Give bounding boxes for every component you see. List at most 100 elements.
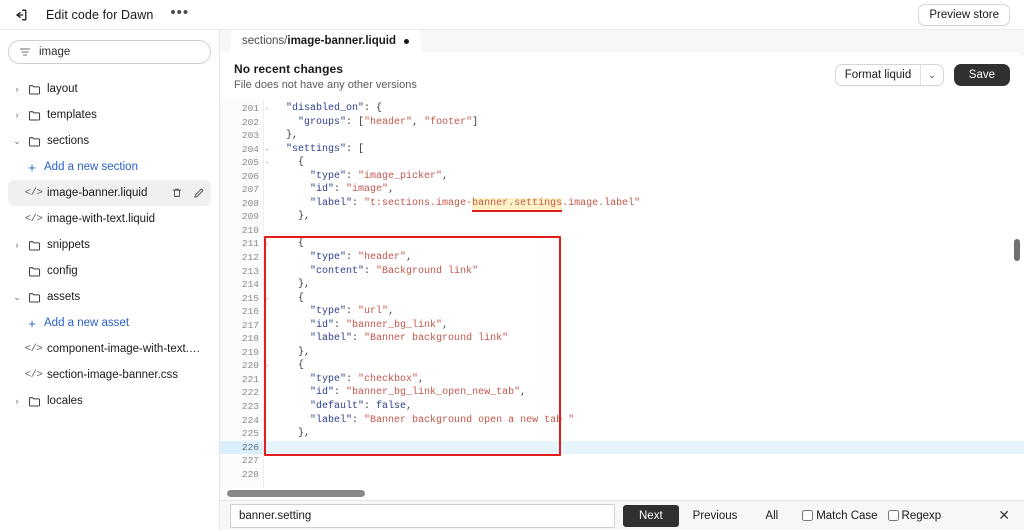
tree-item-image-with-text-liquid[interactable]: </> image-with-text.liquid: [8, 206, 211, 232]
line-number: 215 ⌄: [241, 292, 269, 304]
delete-icon[interactable]: [171, 187, 183, 199]
folder-icon: [28, 395, 41, 408]
file-filter-box[interactable]: image: [8, 40, 211, 64]
horizontal-scrollbar-thumb[interactable]: [227, 490, 365, 497]
chevron-right-icon[interactable]: ›: [12, 110, 22, 120]
tree-item-component-image-with-text-css[interactable]: </> component-image-with-text.css: [8, 336, 211, 362]
rename-icon[interactable]: [193, 187, 205, 199]
code-token: "url": [358, 306, 389, 318]
code-token: false: [376, 401, 407, 413]
tree-item-snippets[interactable]: › snippets: [8, 232, 211, 258]
code-line[interactable]: "id": "image",: [264, 183, 1024, 197]
no-recent-changes-title: No recent changes: [234, 62, 344, 76]
chevron-right-icon[interactable]: ›: [12, 240, 22, 250]
chevron-down-icon[interactable]: ⌄: [920, 65, 943, 85]
chevron-right-icon[interactable]: ›: [12, 84, 22, 94]
tree-item-add-a-new-asset[interactable]: + Add a new asset: [8, 310, 211, 336]
code-editor-app: Edit code for Dawn ••• Preview store ima…: [0, 0, 1024, 530]
preview-store-button[interactable]: Preview store: [918, 3, 1010, 26]
match-case-checkbox[interactable]: Match Case: [802, 510, 878, 522]
code-line[interactable]: "id": "banner_bg_link",: [264, 319, 1024, 333]
folder-icon: [28, 265, 41, 278]
code-line[interactable]: },: [264, 210, 1024, 224]
code-line[interactable]: "type": "image_picker",: [264, 170, 1024, 184]
code-line[interactable]: "type": "header",: [264, 251, 1024, 265]
code-token: {: [274, 157, 305, 169]
tree-item-label: image-with-text.liquid: [47, 213, 156, 225]
tree-item-image-banner-liquid[interactable]: </> image-banner.liquid: [8, 180, 211, 206]
code-token: :: [352, 414, 365, 426]
code-line[interactable]: },: [264, 278, 1024, 292]
code-line[interactable]: },: [264, 346, 1024, 360]
chevron-right-icon[interactable]: ›: [12, 396, 22, 406]
plus-icon: +: [28, 159, 36, 175]
code-file-icon: </>: [24, 213, 43, 225]
code-line[interactable]: [264, 440, 1024, 455]
vertical-scrollbar[interactable]: [1014, 99, 1020, 488]
code-token: },: [274, 346, 311, 358]
exit-back-icon[interactable]: [12, 6, 30, 24]
code-line[interactable]: },: [264, 427, 1024, 441]
format-liquid-split-button[interactable]: Format liquid ⌄: [834, 64, 944, 86]
code-line[interactable]: "label": "Banner background link": [264, 332, 1024, 346]
code-line[interactable]: "groups": ["header", "footer"]: [264, 116, 1024, 130]
code-line[interactable]: "disabled_on": {: [264, 102, 1024, 116]
tree-item-layout[interactable]: › layout: [8, 76, 211, 102]
code-line[interactable]: {: [264, 156, 1024, 170]
tree-item-locales[interactable]: › locales: [8, 388, 211, 414]
chevron-down-icon[interactable]: ⌄: [12, 292, 22, 303]
code-line[interactable]: "default": false,: [264, 400, 1024, 414]
code-line[interactable]: "label": "t:sections.image-banner.settin…: [264, 197, 1024, 212]
find-next-button[interactable]: Next: [623, 504, 679, 527]
filter-icon: [19, 46, 31, 58]
file-filter-value: image: [39, 46, 71, 58]
find-previous-button[interactable]: Previous: [679, 506, 752, 526]
code-line[interactable]: "type": "checkbox",: [264, 373, 1024, 387]
code-line[interactable]: [264, 468, 1024, 482]
code-line[interactable]: [264, 224, 1024, 238]
code-line[interactable]: "type": "url",: [264, 305, 1024, 319]
code-lines[interactable]: "disabled_on": { "groups": ["header", "f…: [264, 99, 1024, 488]
vertical-scrollbar-thumb[interactable]: [1014, 239, 1020, 261]
code-token: "id": [310, 319, 335, 331]
tree-item-config[interactable]: ›config: [8, 258, 211, 284]
regexp-checkbox[interactable]: Regexp: [887, 510, 941, 522]
code-token: ,: [406, 252, 413, 264]
tab-image-banner-liquid[interactable]: sections/image-banner.liquid: [230, 30, 422, 52]
save-button[interactable]: Save: [953, 64, 1010, 86]
code-line[interactable]: {: [264, 237, 1024, 251]
top-bar: Edit code for Dawn ••• Preview store: [0, 0, 1024, 30]
code-line[interactable]: "label": "Banner background open a new t…: [264, 414, 1024, 428]
find-all-button[interactable]: All: [751, 506, 792, 526]
tree-item-templates[interactable]: › templates: [8, 102, 211, 128]
format-liquid-button[interactable]: Format liquid: [836, 65, 920, 85]
code-token: : [: [346, 116, 365, 128]
code-file-icon: </>: [24, 343, 43, 355]
folder-icon: [28, 83, 41, 96]
tree-item-sections[interactable]: ⌄ sections: [8, 128, 211, 154]
tree-item-assets[interactable]: ⌄ assets: [8, 284, 211, 310]
tree-item-section-image-banner-css[interactable]: </> section-image-banner.css: [8, 362, 211, 388]
chevron-down-icon[interactable]: ⌄: [12, 136, 22, 147]
code-line[interactable]: "id": "banner_bg_link_open_new_tab",: [264, 386, 1024, 400]
find-input[interactable]: [230, 503, 615, 528]
line-number: 202: [241, 116, 259, 128]
line-number: 220 ⌄: [241, 360, 269, 372]
code-line[interactable]: {: [264, 359, 1024, 373]
tab-filename: image-banner.liquid: [287, 35, 397, 47]
horizontal-scrollbar[interactable]: [220, 488, 1024, 500]
code-line[interactable]: "settings": [: [264, 143, 1024, 157]
regexp-input[interactable]: [887, 510, 899, 521]
code-line[interactable]: },: [264, 129, 1024, 143]
code-file-icon: </>: [24, 369, 43, 381]
code-line[interactable]: {: [264, 292, 1024, 306]
code-line[interactable]: "content": "Background link": [264, 265, 1024, 279]
more-actions-button[interactable]: •••: [167, 5, 192, 23]
close-find-icon[interactable]: ✕: [994, 507, 1014, 524]
match-case-input[interactable]: [802, 510, 814, 521]
code-line[interactable]: [264, 454, 1024, 468]
tree-item-add-a-new-section[interactable]: + Add a new section: [8, 154, 211, 180]
